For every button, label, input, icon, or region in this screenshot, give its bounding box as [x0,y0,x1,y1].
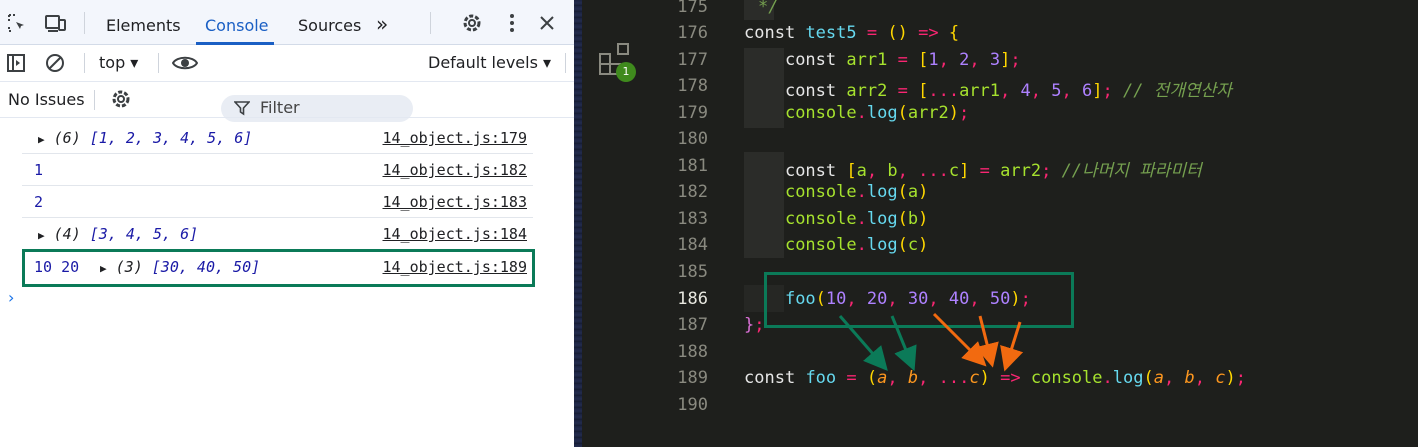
more-vert-icon[interactable] [502,12,522,34]
context-selector[interactable]: top ▾ [99,53,138,72]
source-link[interactable]: 14_object.js:184 [383,225,528,243]
separator [158,53,159,73]
separator [84,53,85,73]
expand-triangle-icon[interactable]: ▶ [38,133,45,146]
code-editor: 1 175 176 177 178 179 180 181 182 183 18… [582,0,1418,447]
arrow-to-c [975,315,999,368]
annotation-arrows [838,312,1024,372]
issues-bar: No Issues [0,82,574,118]
separator [84,12,85,34]
sidebar-icon[interactable] [5,52,27,74]
tab-console[interactable]: Console [205,0,269,45]
log-value: 1 [34,161,44,179]
devtools-tab-bar: Elements Console Sources » [0,0,574,45]
arrow-to-a [838,315,888,372]
log-array[interactable]: ▶ (4) [3, 4, 5, 6] [38,225,198,243]
devtools-panel: Elements Console Sources » top ▾ Filter … [0,0,574,447]
tab-elements[interactable]: Elements [106,0,181,45]
console-log-row: 2 14_object.js:183 [22,186,533,218]
gear-icon[interactable] [110,88,132,110]
log-levels-dropdown[interactable]: Default levels ▾ [428,53,551,72]
console-prompt[interactable]: › [8,288,14,307]
arrow-to-c [1000,321,1024,372]
eye-icon[interactable] [172,52,198,74]
arrow-to-c [932,312,987,367]
source-link[interactable]: 14_object.js:183 [383,193,528,211]
source-link[interactable]: 14_object.js:182 [383,161,528,179]
separator [94,90,95,110]
window-divider [574,0,582,447]
log-value: 2 [34,193,44,211]
log-array[interactable]: ▶ (6) [1, 2, 3, 4, 5, 6] [38,129,252,147]
settings-icon[interactable] [461,12,483,34]
highlight-box [22,249,535,287]
arrow-to-b [890,315,917,372]
clear-icon[interactable] [44,52,66,74]
expand-triangle-icon[interactable]: ▶ [38,229,45,242]
console-log-row: ▶ (4) [3, 4, 5, 6] 14_object.js:184 [22,218,533,250]
device-toggle-icon[interactable] [44,12,68,34]
close-icon[interactable] [536,12,558,34]
tab-sources[interactable]: Sources [298,0,361,45]
source-link[interactable]: 14_object.js:179 [383,129,528,147]
more-tabs-button[interactable]: » [376,0,388,45]
console-filter-bar: top ▾ Filter Default levels ▾ [0,45,574,122]
separator [430,12,431,34]
separator [565,53,566,73]
console-log-row: 1 14_object.js:182 [22,154,533,186]
inspect-icon[interactable] [6,12,28,34]
issues-count[interactable]: No Issues [8,90,85,109]
console-log-row: ▶ (6) [1, 2, 3, 4, 5, 6] 14_object.js:17… [22,122,533,154]
